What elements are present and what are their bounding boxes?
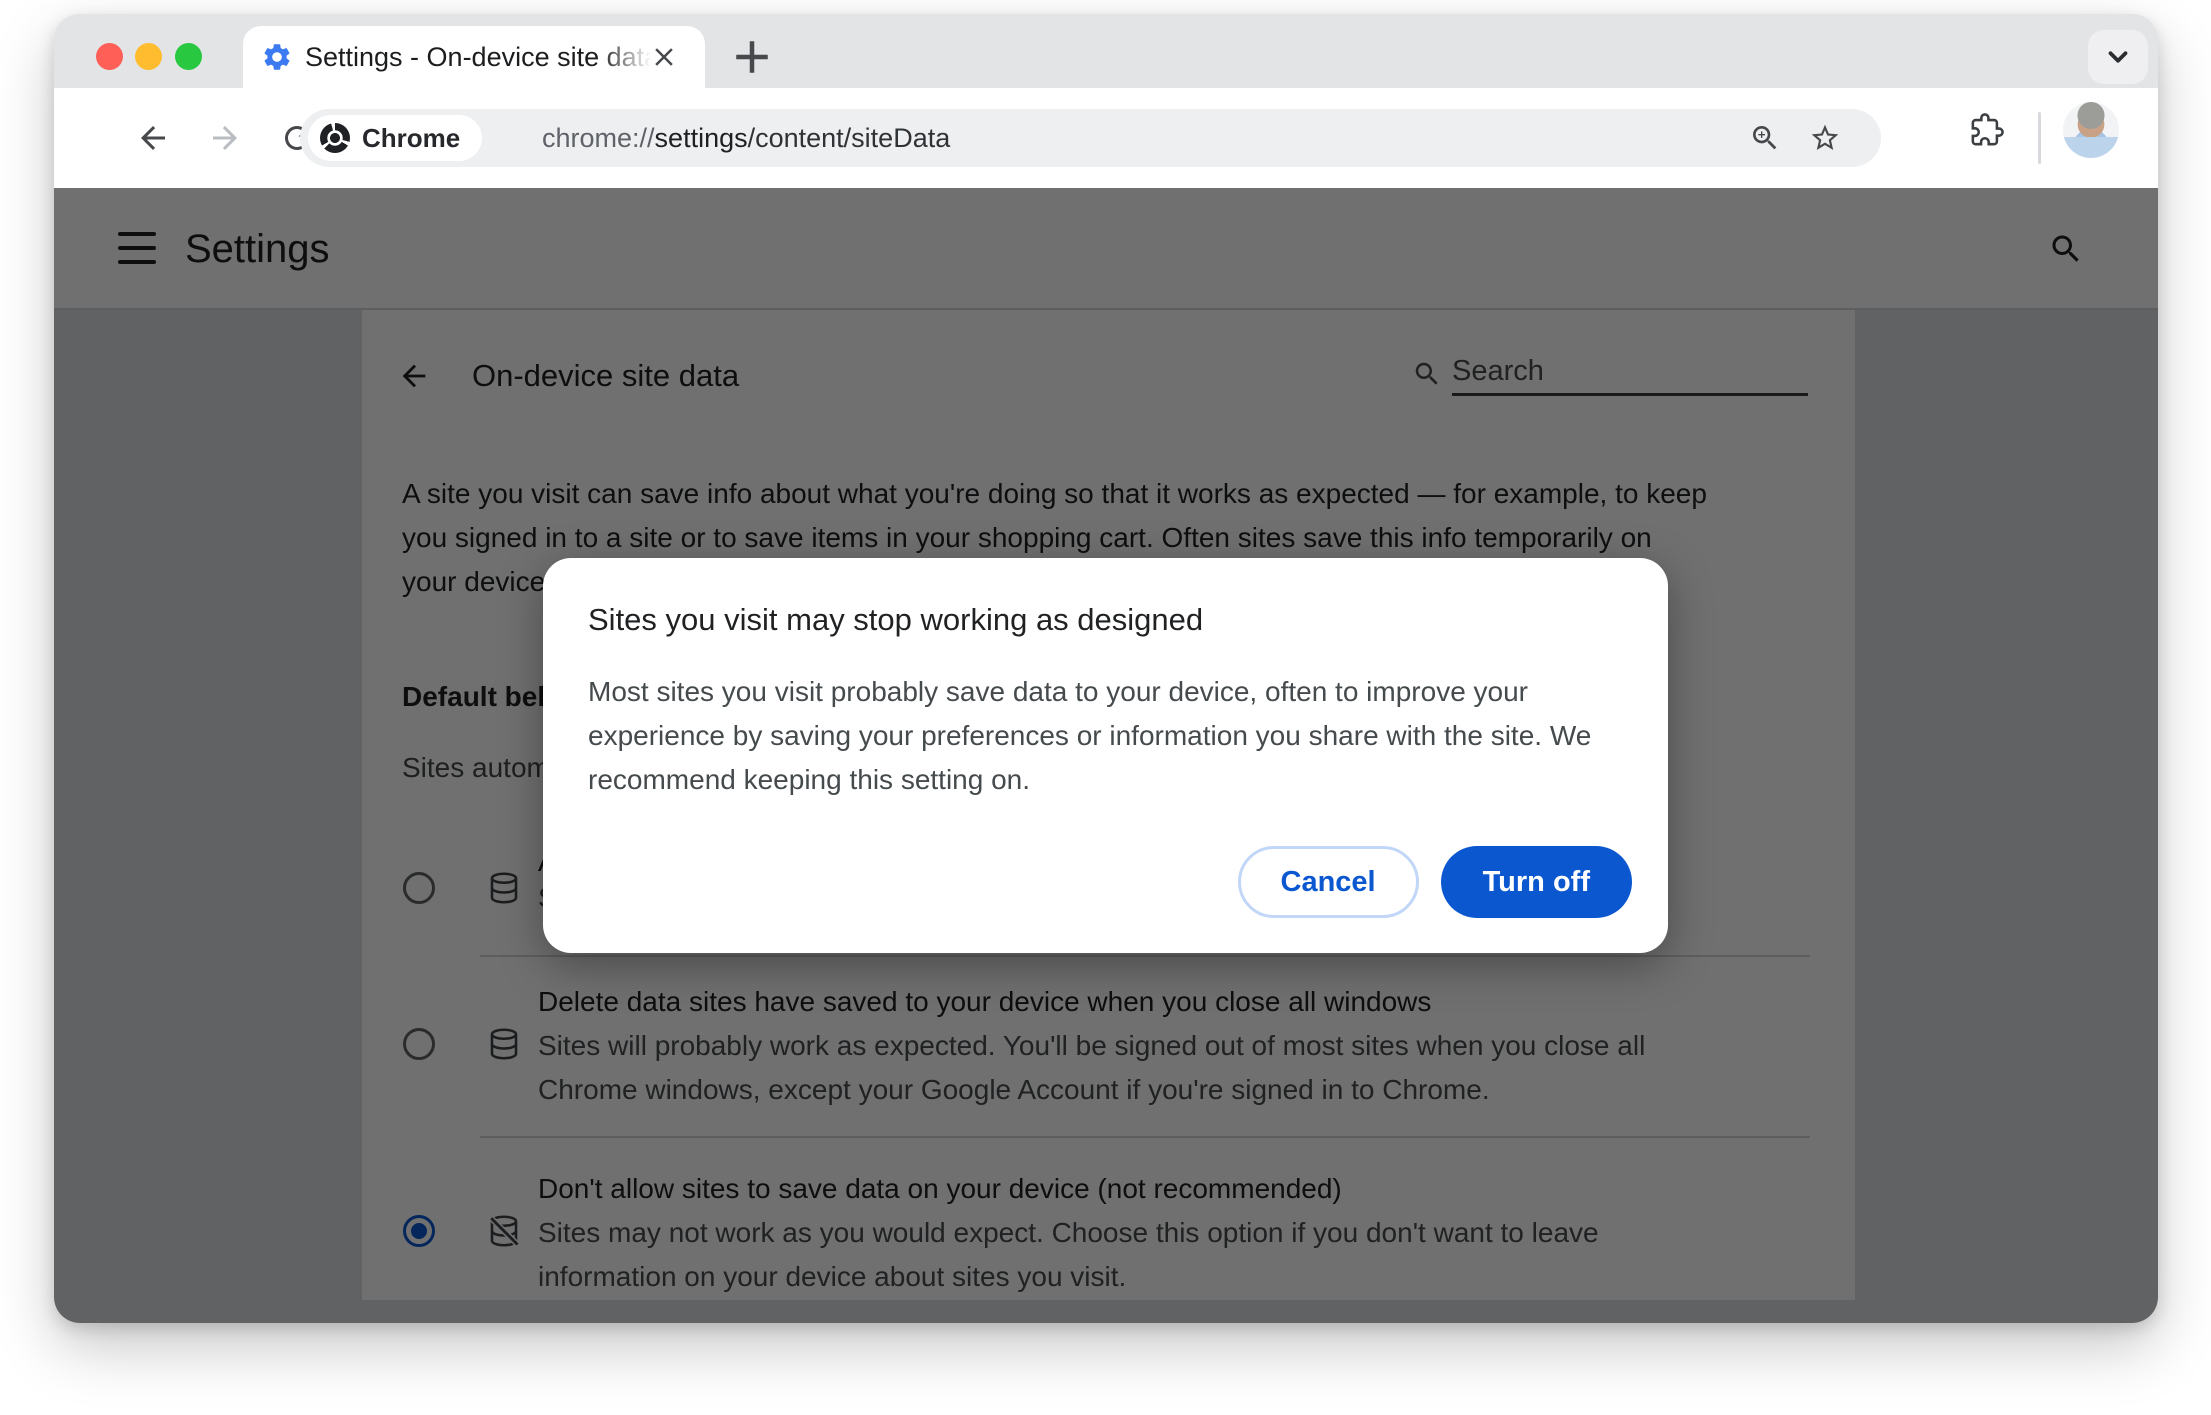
browser-toolbar: Chrome chrome://settings/content/siteDat… (54, 88, 2158, 188)
chrome-logo-icon (320, 123, 350, 153)
url-host: settings (654, 123, 748, 153)
url-scheme: chrome:// (542, 123, 655, 153)
chrome-site-chip[interactable]: Chrome (308, 115, 483, 161)
traffic-minimize-button[interactable] (135, 43, 162, 70)
url-path: /content/siteData (747, 123, 951, 153)
browser-window: Settings - On-device site data Chrome ch… (54, 14, 2158, 1323)
new-tab-button[interactable] (725, 30, 779, 84)
profile-avatar[interactable] (2063, 102, 2119, 158)
tab-strip: Settings - On-device site data (54, 14, 2158, 88)
dialog-buttons: Cancel Turn off (1237, 846, 1632, 918)
cancel-button[interactable]: Cancel (1237, 846, 1419, 918)
toolbar-separator (2038, 112, 2041, 164)
settings-gear-favicon-icon (261, 41, 293, 73)
traffic-close-button[interactable] (96, 43, 123, 70)
turn-off-button[interactable]: Turn off (1440, 846, 1632, 918)
bookmark-star-icon[interactable] (1809, 122, 1841, 154)
omnibox[interactable]: Chrome chrome://settings/content/siteDat… (300, 109, 1881, 167)
forward-icon[interactable] (207, 120, 243, 156)
back-icon[interactable] (135, 120, 171, 156)
confirmation-dialog: Sites you visit may stop working as desi… (543, 558, 1668, 953)
chip-label: Chrome (362, 122, 461, 153)
extensions-puzzle-icon[interactable] (1970, 113, 2004, 147)
screenshot-root: Settings - On-device site data Chrome ch… (0, 0, 2211, 1415)
settings-page: Settings On-device site data A sit (54, 188, 2158, 1323)
tab-close-icon[interactable] (649, 42, 679, 72)
traffic-zoom-button[interactable] (175, 43, 202, 70)
tab-title: Settings - On-device site data (305, 26, 651, 88)
browser-menu-icon[interactable] (2150, 114, 2158, 148)
active-tab[interactable]: Settings - On-device site data (243, 26, 705, 88)
dialog-title: Sites you visit may stop working as desi… (588, 602, 1204, 637)
dialog-body: Most sites you visit probably save data … (588, 676, 1592, 795)
tab-search-chevron-button[interactable] (2088, 30, 2148, 84)
url-text[interactable]: chrome://settings/content/siteData (542, 109, 950, 167)
zoom-in-icon[interactable] (1749, 122, 1781, 154)
